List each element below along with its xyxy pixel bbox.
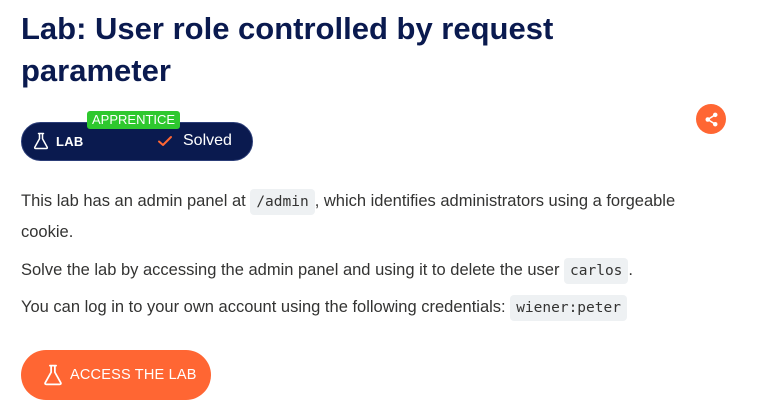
solved-status-group: Solved (157, 131, 232, 151)
lab-label-group: LAB (33, 131, 84, 151)
flask-icon (33, 132, 49, 150)
access-lab-label: ACCESS THE LAB (70, 367, 197, 383)
share-icon (705, 112, 717, 126)
description-text: You can log in to your own account using… (21, 298, 511, 316)
description-paragraph-2: Solve the lab by accessing the admin pan… (21, 255, 701, 286)
status-label: Solved (183, 132, 232, 149)
share-button[interactable] (696, 104, 726, 134)
flask-icon (44, 364, 62, 386)
level-badge: APPRENTICE (87, 111, 181, 129)
page-title: Lab: User role controlled by request par… (21, 11, 554, 88)
access-lab-button[interactable]: ACCESS THE LAB (21, 350, 211, 400)
inline-code-credentials: wiener:peter (510, 295, 627, 321)
description-paragraph-1: This lab has an admin panel at /admin, w… (21, 186, 701, 247)
inline-code-username: carlos (564, 258, 629, 284)
description-paragraph-3: You can log in to your own account using… (21, 292, 701, 323)
inline-code-admin-path: /admin (250, 189, 315, 215)
description-text: This lab has an admin panel at (21, 192, 251, 210)
description-text: . (628, 261, 634, 279)
lab-label: LAB (56, 133, 84, 149)
description-text: Solve the lab by accessing the admin pan… (21, 261, 565, 279)
check-icon (158, 136, 172, 146)
